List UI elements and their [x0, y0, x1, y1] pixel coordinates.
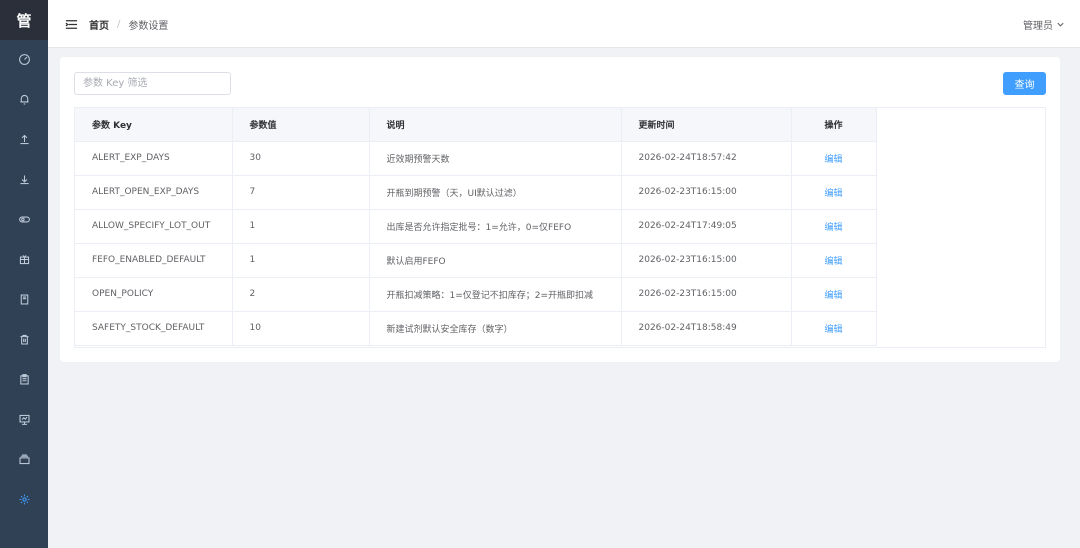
cell-value: 10	[232, 311, 370, 346]
cell-key: FEFO_ENABLED_DEFAULT	[75, 243, 233, 278]
table-row: SAFETY_STOCK_DEFAULT 10 新建试剂默认安全库存（数字） 2…	[75, 311, 877, 346]
cell-updated: 2026-02-24T18:58:49	[621, 311, 792, 346]
upload-icon	[19, 134, 29, 144]
app-logo: 管	[0, 0, 48, 40]
top-header: 首页 / 参数设置 管理员	[48, 0, 1080, 48]
cell-description: 新建试剂默认安全库存（数字）	[369, 311, 622, 346]
cell-value: 30	[232, 141, 370, 176]
breadcrumb-current: 参数设置	[128, 20, 169, 32]
params-table: 参数 Key 参数值 说明 更新时间 操作 ALERT_EXP_DAYS 30 …	[74, 107, 1046, 348]
bell-icon	[19, 94, 29, 104]
user-menu[interactable]: 管理员	[1023, 0, 1065, 48]
book-icon	[20, 294, 28, 304]
clipboard-icon	[19, 373, 29, 384]
sidebar-item-inbound[interactable]	[0, 119, 48, 159]
edit-link[interactable]: 编辑	[824, 325, 842, 335]
sidebar-item-alerts[interactable]	[0, 79, 48, 119]
cell-value: 2	[232, 277, 370, 312]
sidebar: 管	[0, 0, 48, 548]
params-card: 查询 参数 Key 参数值 说明 更新时间 操作 ALERT_EXP_DAYS …	[60, 57, 1060, 362]
cell-updated: 2026-02-24T18:57:42	[621, 141, 792, 176]
header-key: 参数 Key	[75, 108, 233, 142]
cell-key: ALERT_OPEN_EXP_DAYS	[75, 175, 233, 210]
chevron-down-icon	[1057, 22, 1064, 27]
cell-key: OPEN_POLICY	[75, 277, 233, 312]
sidebar-item-inventory[interactable]	[0, 239, 48, 279]
cell-updated: 2026-02-23T16:15:00	[621, 277, 792, 312]
edit-link[interactable]: 编辑	[824, 223, 842, 233]
sidebar-item-storage[interactable]	[0, 439, 48, 479]
edit-link[interactable]: 编辑	[824, 291, 842, 301]
cell-key: SAFETY_STOCK_DEFAULT	[75, 311, 233, 346]
user-name: 管理员	[1023, 20, 1053, 32]
menu-toggle-icon[interactable]	[65, 18, 78, 31]
table-row: ALERT_EXP_DAYS 30 近效期预警天数 2026-02-24T18:…	[75, 141, 877, 176]
param-key-filter-input[interactable]	[74, 72, 231, 95]
table-row: ALERT_OPEN_EXP_DAYS 7 开瓶到期预警（天，UI默认过滤） 2…	[75, 175, 877, 210]
sidebar-item-disposal[interactable]	[0, 319, 48, 359]
sidebar-item-records[interactable]	[0, 279, 48, 319]
cell-updated: 2026-02-24T17:49:05	[621, 209, 792, 244]
sidebar-item-audit[interactable]	[0, 359, 48, 399]
sidebar-item-dashboard[interactable]	[0, 39, 48, 79]
package-icon	[19, 254, 29, 264]
header-value: 参数值	[232, 108, 370, 142]
cell-description: 近效期预警天数	[369, 141, 622, 176]
header-actions: 操作	[791, 108, 877, 142]
sidebar-item-open-bottle[interactable]	[0, 199, 48, 239]
cell-updated: 2026-02-23T16:15:00	[621, 175, 792, 210]
breadcrumb-separator: /	[117, 18, 121, 30]
cell-value: 1	[232, 209, 370, 244]
query-button[interactable]: 查询	[1003, 72, 1046, 95]
cell-description: 开瓶扣减策略：1=仅登记不扣库存；2=开瓶即扣减	[369, 277, 622, 312]
cell-key: ALLOW_SPECIFY_LOT_OUT	[75, 209, 233, 244]
toggle-icon	[18, 216, 30, 222]
sidebar-item-reports[interactable]	[0, 399, 48, 439]
cell-description: 开瓶到期预警（天，UI默认过滤）	[369, 175, 622, 210]
cell-value: 1	[232, 243, 370, 278]
header-updated: 更新时间	[621, 108, 792, 142]
edit-link[interactable]: 编辑	[824, 155, 842, 165]
table-row: ALLOW_SPECIFY_LOT_OUT 1 出库是否允许指定批号：1=允许，…	[75, 209, 877, 244]
download-icon	[19, 174, 29, 184]
cell-updated: 2026-02-23T16:15:00	[621, 243, 792, 278]
edit-link[interactable]: 编辑	[824, 257, 842, 267]
table-row: OPEN_POLICY 2 开瓶扣减策略：1=仅登记不扣库存；2=开瓶即扣减 2…	[75, 277, 877, 312]
presentation-icon	[19, 414, 29, 425]
table-row: FEFO_ENABLED_DEFAULT 1 默认启用FEFO 2026-02-…	[75, 243, 877, 278]
dashboard-icon	[18, 53, 30, 65]
cell-key: ALERT_EXP_DAYS	[75, 141, 233, 176]
cell-description: 默认启用FEFO	[369, 243, 622, 278]
cell-description: 出库是否允许指定批号：1=允许，0=仅FEFO	[369, 209, 622, 244]
edit-link[interactable]: 编辑	[824, 189, 842, 199]
sidebar-item-outbound[interactable]	[0, 159, 48, 199]
breadcrumb: 首页 / 参数设置	[89, 0, 168, 48]
cell-value: 7	[232, 175, 370, 210]
sidebar-item-settings[interactable]	[0, 479, 48, 519]
trash-icon	[19, 334, 29, 344]
box-icon	[19, 454, 29, 464]
header-description: 说明	[369, 108, 622, 142]
settings-icon	[19, 494, 29, 504]
table-header-row: 参数 Key 参数值 说明 更新时间 操作	[75, 108, 877, 142]
breadcrumb-home[interactable]: 首页	[89, 17, 109, 32]
